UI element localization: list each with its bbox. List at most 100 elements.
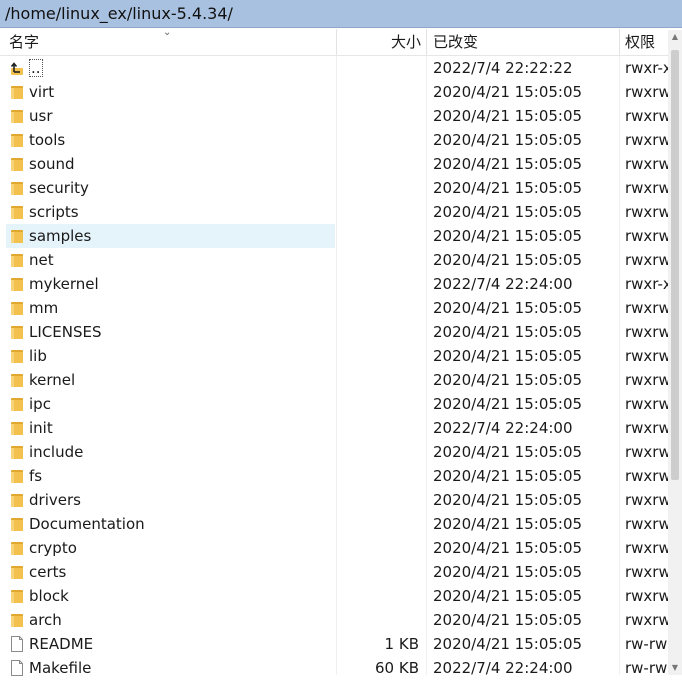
file-row[interactable]: security 2020/4/21 15:05:05 rwxrw — [0, 176, 682, 200]
file-modified: 2020/4/21 15:05:05 — [433, 251, 583, 269]
file-row[interactable]: crypto 2020/4/21 15:05:05 rwxrw — [0, 536, 682, 560]
file-row[interactable]: usr 2020/4/21 15:05:05 rwxrw — [0, 104, 682, 128]
column-divider[interactable] — [426, 29, 427, 55]
file-row[interactable]: mykernel 2022/7/4 22:24:00 rwxr-x — [0, 272, 682, 296]
folder-icon — [10, 252, 24, 268]
file-modified: 2022/7/4 22:24:00 — [433, 659, 573, 677]
file-row[interactable]: Makefile 60 KB 2022/7/4 22:24:00 rw-rw — [0, 656, 682, 680]
folder-icon — [10, 348, 24, 364]
file-row[interactable]: Documentation 2020/4/21 15:05:05 rwxrw — [0, 512, 682, 536]
file-name: include — [29, 443, 84, 461]
file-name: tools — [29, 131, 66, 149]
file-permissions: rwxrw — [625, 131, 671, 149]
file-modified: 2020/4/21 15:05:05 — [433, 467, 583, 485]
file-icon — [10, 636, 24, 652]
file-permissions: rwxrw — [625, 539, 671, 557]
file-name: crypto — [29, 539, 77, 557]
column-name-header[interactable]: 名字 — [9, 29, 39, 55]
file-modified: 2020/4/21 15:05:05 — [433, 83, 583, 101]
file-name: virt — [29, 83, 55, 101]
file-permissions: rwxrw — [625, 227, 671, 245]
file-row[interactable]: kernel 2020/4/21 15:05:05 rwxrw — [0, 368, 682, 392]
file-modified: 2020/4/21 15:05:05 — [433, 491, 583, 509]
file-row[interactable]: sound 2020/4/21 15:05:05 rwxrw — [0, 152, 682, 176]
file-permissions: rwxrw — [625, 419, 671, 437]
file-row[interactable]: init 2022/7/4 22:24:00 rwxrw — [0, 416, 682, 440]
scroll-up-icon[interactable]: ▲ — [668, 30, 682, 44]
file-row[interactable]: ipc 2020/4/21 15:05:05 rwxrw — [0, 392, 682, 416]
file-row[interactable]: mm 2020/4/21 15:05:05 rwxrw — [0, 296, 682, 320]
file-permissions: rwxrw — [625, 155, 671, 173]
file-row[interactable]: virt 2020/4/21 15:05:05 rwxrw — [0, 80, 682, 104]
file-modified: 2020/4/21 15:05:05 — [433, 371, 583, 389]
column-permissions-header[interactable]: 权限 — [625, 29, 655, 55]
file-permissions: rwxrw — [625, 347, 671, 365]
folder-icon — [10, 492, 24, 508]
file-modified: 2020/4/21 15:05:05 — [433, 155, 583, 173]
file-permissions: rwxrw — [625, 83, 671, 101]
file-permissions: rwxrw — [625, 203, 671, 221]
folder-icon — [10, 204, 24, 220]
file-row[interactable]: net 2020/4/21 15:05:05 rwxrw — [0, 248, 682, 272]
file-name: certs — [29, 563, 67, 581]
file-name: LICENSES — [29, 323, 102, 341]
file-row[interactable]: include 2020/4/21 15:05:05 rwxrw — [0, 440, 682, 464]
file-permissions: rwxrw — [625, 443, 671, 461]
file-modified: 2020/4/21 15:05:05 — [433, 395, 583, 413]
folder-icon — [10, 132, 24, 148]
file-name: usr — [29, 107, 53, 125]
file-modified: 2022/7/4 22:24:00 — [433, 275, 573, 293]
file-row[interactable]: samples 2020/4/21 15:05:05 rwxrw — [0, 224, 682, 248]
folder-icon — [10, 180, 24, 196]
file-name: .. — [29, 56, 43, 80]
file-name: Makefile — [29, 659, 92, 677]
file-permissions: rwxrw — [625, 179, 671, 197]
column-divider[interactable] — [619, 29, 620, 55]
file-permissions: rw-rw — [625, 635, 668, 653]
file-permissions: rwxr-x — [625, 275, 672, 293]
scrollbar-thumb[interactable] — [671, 50, 679, 480]
file-name: scripts — [29, 203, 79, 221]
path-text: /home/linux_ex/linux-5.4.34/ — [5, 4, 233, 23]
file-name: lib — [29, 347, 47, 365]
file-row[interactable]: README 1 KB 2020/4/21 15:05:05 rw-rw — [0, 632, 682, 656]
file-name: init — [29, 419, 53, 437]
path-bar[interactable]: /home/linux_ex/linux-5.4.34/ — [0, 0, 682, 28]
file-modified: 2020/4/21 15:05:05 — [433, 227, 583, 245]
file-row[interactable]: fs 2020/4/21 15:05:05 rwxrw — [0, 464, 682, 488]
folder-icon — [10, 444, 24, 460]
folder-icon — [10, 564, 24, 580]
folder-icon — [10, 420, 24, 436]
file-modified: 2020/4/21 15:05:05 — [433, 203, 583, 221]
file-row[interactable]: arch 2020/4/21 15:05:05 rwxrw — [0, 608, 682, 632]
file-row[interactable]: tools 2020/4/21 15:05:05 rwxrw — [0, 128, 682, 152]
column-size-header[interactable]: 大小 — [337, 29, 421, 55]
parent-dir-icon — [10, 60, 24, 76]
file-permissions: rwxr-x — [625, 59, 672, 77]
file-row[interactable]: scripts 2020/4/21 15:05:05 rwxrw — [0, 200, 682, 224]
file-row[interactable]: block 2020/4/21 15:05:05 rwxrw — [0, 584, 682, 608]
folder-icon — [10, 108, 24, 124]
file-modified: 2022/7/4 22:24:00 — [433, 419, 573, 437]
file-name: arch — [29, 611, 62, 629]
vertical-scrollbar[interactable]: ▲ ▼ — [668, 30, 682, 675]
column-modified-header[interactable]: 已改变 — [433, 29, 478, 55]
file-size: 60 KB — [375, 659, 419, 677]
file-name: security — [29, 179, 89, 197]
folder-icon — [10, 372, 24, 388]
file-row[interactable]: certs 2020/4/21 15:05:05 rwxrw — [0, 560, 682, 584]
folder-icon — [10, 612, 24, 628]
scroll-down-icon[interactable]: ▼ — [668, 661, 682, 675]
file-modified: 2020/4/21 15:05:05 — [433, 611, 583, 629]
file-permissions: rwxrw — [625, 515, 671, 533]
parent-directory-row[interactable]: .. 2022/7/4 22:22:22 rwxr-x — [0, 56, 682, 80]
file-row[interactable]: drivers 2020/4/21 15:05:05 rwxrw — [0, 488, 682, 512]
folder-icon — [10, 300, 24, 316]
file-row[interactable]: LICENSES 2020/4/21 15:05:05 rwxrw — [0, 320, 682, 344]
folder-icon — [10, 588, 24, 604]
file-permissions: rwxrw — [625, 587, 671, 605]
file-permissions: rwxrw — [625, 611, 671, 629]
file-row[interactable]: lib 2020/4/21 15:05:05 rwxrw — [0, 344, 682, 368]
file-modified: 2020/4/21 15:05:05 — [433, 131, 583, 149]
file-permissions: rwxrw — [625, 251, 671, 269]
